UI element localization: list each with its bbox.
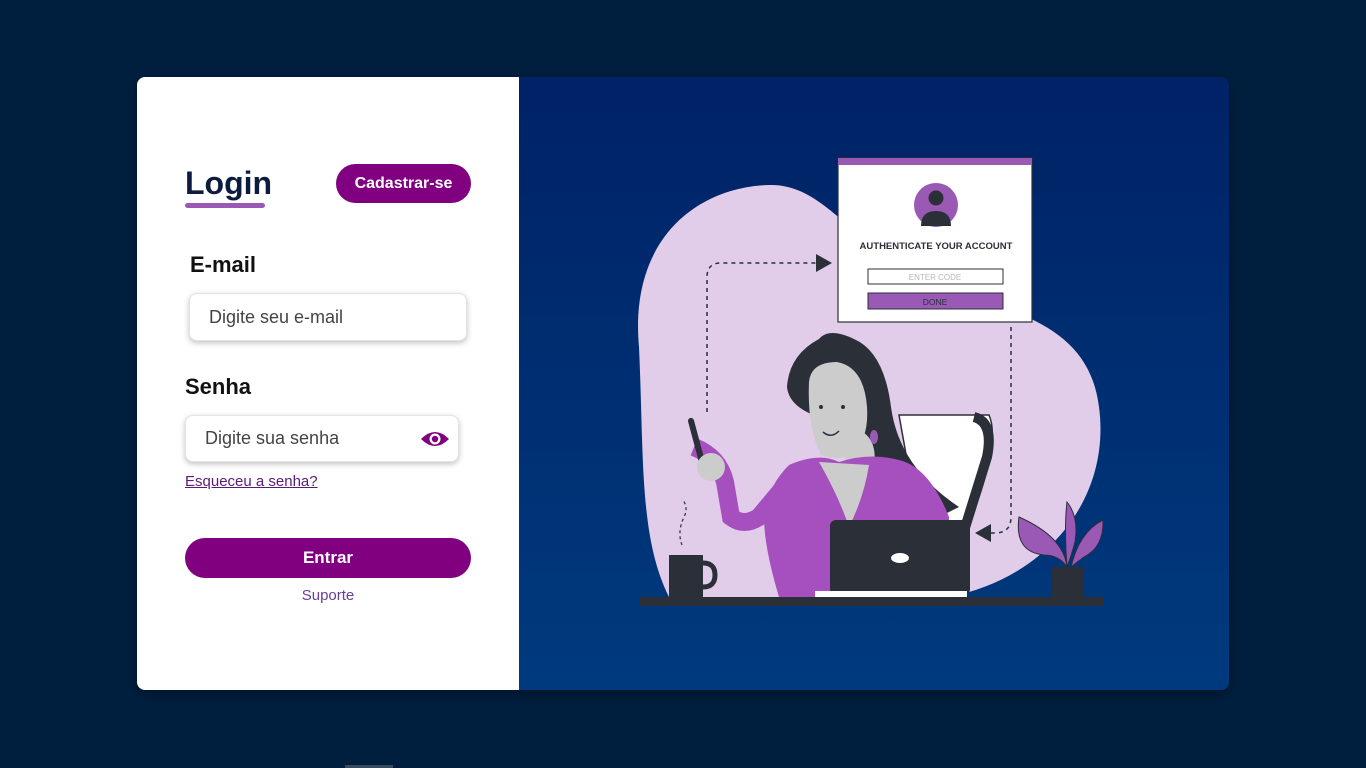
email-field[interactable] [190,294,466,340]
email-field-wrapper [189,293,467,341]
password-field[interactable] [186,416,458,461]
illustration-panel: AUTHENTICATE YOUR ACCOUNT ENTER CODE DON… [519,77,1229,690]
code-placeholder: ENTER CODE [909,273,961,282]
auth-dialog: AUTHENTICATE YOUR ACCOUNT ENTER CODE DON… [837,157,1033,323]
page-title: Login [185,165,273,201]
auth-title: AUTHENTICATE YOUR ACCOUNT [860,241,1013,252]
login-form-panel: Login Cadastrar-se E-mail Senha Esqueceu… [137,77,519,690]
email-label: E-mail [190,252,257,277]
done-label: DONE [923,297,948,307]
support-link[interactable]: Suporte [137,587,519,604]
forgot-password-link[interactable]: Esqueceu a senha? [185,473,318,490]
password-field-wrapper [185,415,459,462]
login-submit-button[interactable]: Entrar [185,538,471,578]
password-label: Senha [185,374,252,399]
authentication-illustration: AUTHENTICATE YOUR ACCOUNT ENTER CODE DON… [638,157,1104,606]
eye-icon[interactable] [420,427,450,451]
title-underline [185,203,265,208]
signup-button[interactable]: Cadastrar-se [336,164,471,203]
login-card: Login Cadastrar-se E-mail Senha Esqueceu… [137,77,1229,690]
